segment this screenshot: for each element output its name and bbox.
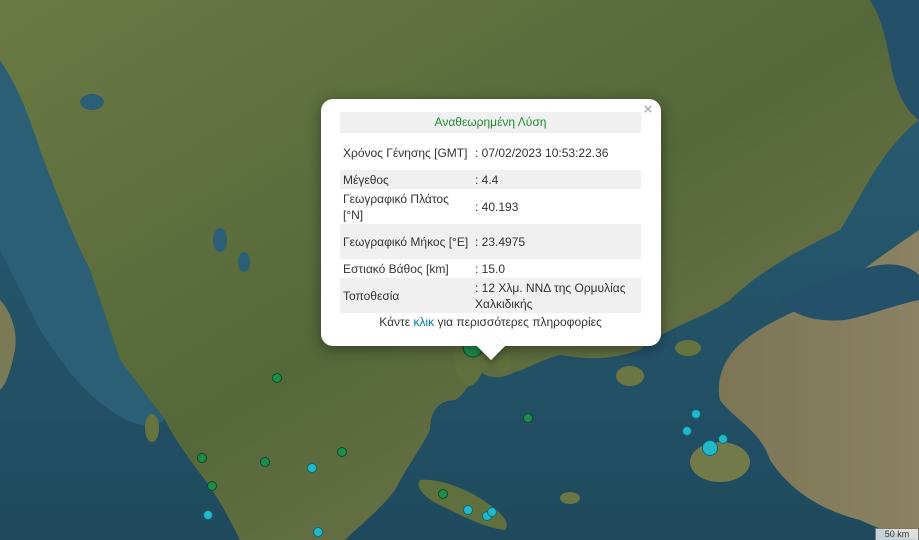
info-label: Τοποθεσία: [343, 288, 400, 303]
epicenter-marker[interactable]: [337, 447, 347, 457]
epicenter-marker[interactable]: [272, 373, 282, 383]
thasos-island: [675, 340, 701, 356]
info-value: : 4.4: [475, 172, 499, 187]
epicenter-marker[interactable]: [702, 440, 718, 456]
epicenter-marker[interactable]: [313, 527, 323, 537]
lesvos-island: [690, 442, 750, 482]
popup-content: Αναθεωρημένη Λύση Χρόνος Γένησης [GMT] :…: [340, 112, 641, 329]
epicenter-marker[interactable]: [307, 463, 317, 473]
info-label: Γεωγραφικό Μήκος [°E]: [343, 234, 469, 249]
epicenter-marker[interactable]: [438, 489, 448, 499]
info-label: Μέγεθος: [343, 172, 389, 187]
info-row-origin-time: Χρόνος Γένησης [GMT] : 07/02/2023 10:53:…: [340, 135, 641, 170]
info-value: : 12 Χλμ. ΝΝΔ της Ορμυλίας Χαλκιδικής: [475, 280, 626, 311]
earthquake-info-popup: × Αναθεωρημένη Λύση Χρόνος Γένησης [GMT]…: [321, 99, 661, 361]
skyros-island: [560, 492, 580, 504]
info-value: : 07/02/2023 10:53:22.36: [475, 145, 609, 160]
info-row-location: Τοποθεσία : 12 Χλμ. ΝΝΔ της Ορμυλίας Χαλ…: [340, 278, 641, 313]
ohrid-lake: [213, 228, 227, 252]
epicenter-marker[interactable]: [203, 510, 213, 520]
more-info-suffix: για περισσότερες πληροφορίες: [434, 315, 602, 329]
info-label: Εστιακό Βάθος [km]: [343, 261, 449, 276]
epicenter-marker[interactable]: [691, 409, 701, 419]
epicenter-marker[interactable]: [463, 505, 473, 515]
scale-bar: 50 km: [875, 528, 919, 540]
info-label: Χρόνος Γένησης [GMT]: [343, 145, 468, 160]
info-label: Γεωγραφικό Πλάτος [°N]: [343, 191, 449, 222]
epicenter-marker[interactable]: [718, 434, 728, 444]
scutari-lake: [80, 94, 104, 110]
epicenter-marker[interactable]: [523, 413, 533, 423]
info-row-depth: Εστιακό Βάθος [km] : 15.0: [340, 259, 641, 278]
earthquake-info-table: Χρόνος Γένησης [GMT] : 07/02/2023 10:53:…: [340, 135, 641, 313]
more-info-prefix: Κάντε: [379, 315, 414, 329]
prespa-lake: [238, 252, 250, 272]
info-row-magnitude: Μέγεθος : 4.4: [340, 170, 641, 189]
corfu-island: [145, 414, 159, 442]
limnos-island: [616, 366, 644, 386]
info-row-latitude: Γεωγραφικό Πλάτος [°N] : 40.193: [340, 189, 641, 224]
info-value: : 15.0: [475, 261, 506, 276]
more-info-link[interactable]: κλικ: [413, 315, 434, 329]
epicenter-marker[interactable]: [260, 457, 270, 467]
info-value: : 23.4975: [475, 234, 526, 249]
epicenter-marker[interactable]: [487, 507, 497, 517]
popup-title: Αναθεωρημένη Λύση: [340, 112, 641, 133]
epicenter-marker[interactable]: [682, 426, 692, 436]
close-icon[interactable]: ×: [641, 102, 655, 118]
info-row-longitude: Γεωγραφικό Μήκος [°E] : 23.4975: [340, 224, 641, 259]
info-value: : 40.193: [475, 199, 519, 214]
epicenter-marker[interactable]: [207, 481, 217, 491]
more-info-line: Κάντε κλικ για περισσότερες πληροφορίες: [340, 315, 641, 329]
epicenter-marker[interactable]: [197, 453, 207, 463]
